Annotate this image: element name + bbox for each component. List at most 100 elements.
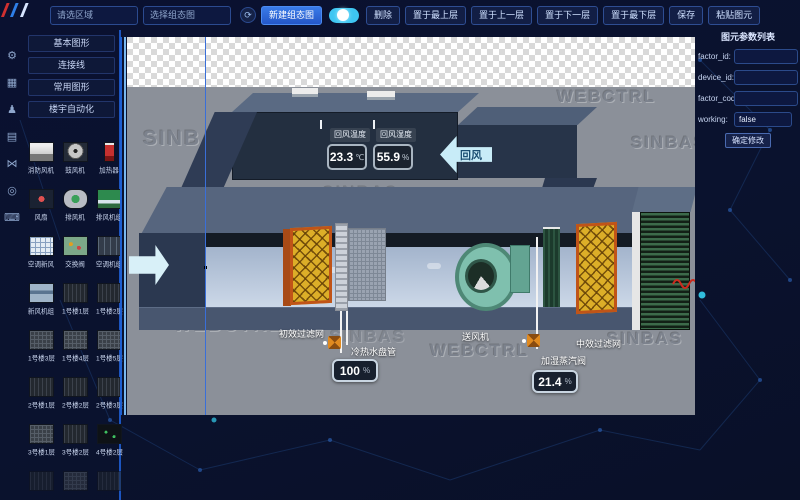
design-canvas[interactable]: WEBCTRL SINBAS SINBAS SINBAS SINBAS WEBC…: [127, 37, 695, 415]
palette-item[interactable]: 1号楼3层: [25, 328, 58, 372]
section-connectors[interactable]: 连接线: [28, 57, 115, 74]
palette-item-label: 2号楼2层: [62, 401, 89, 410]
return-air-temp-label[interactable]: 回风温度: [330, 128, 370, 142]
bring-forward-button[interactable]: 置于上一层: [471, 6, 532, 25]
palette-item[interactable]: 3号楼1层: [25, 422, 58, 466]
component-palette: 基本图形 连接线 常用图形 楼宇自动化 消防风机 鼓风机 加热器 风扇 排风机 …: [24, 30, 121, 500]
toggle-knob: [337, 9, 349, 21]
ahu-fresh-air-thumbnail: [29, 236, 54, 256]
palette-item[interactable]: 鼓风机: [59, 140, 92, 184]
water-valve-icon[interactable]: [328, 336, 341, 349]
supply-fan-housing: [510, 245, 530, 293]
palette-item-label: 1号楼5层: [96, 354, 123, 363]
fresh-air-unit-thumbnail: [29, 283, 54, 303]
palette-item-label: 排风机组: [96, 213, 122, 222]
valve-icon[interactable]: ⋈: [7, 158, 18, 170]
factor-code-label: factor_cod: [698, 94, 734, 103]
edit-mode-toggle[interactable]: [329, 8, 359, 23]
confirm-modify-button[interactable]: 确定修改: [725, 133, 771, 148]
left-icon-rail: ⚙ ▦ ♟ ▤ ⋈ ◎ ⌨: [0, 34, 24, 500]
palette-item[interactable]: 2号楼2层: [59, 375, 92, 419]
save-button[interactable]: 保存: [669, 6, 703, 25]
return-air-temp-value[interactable]: 23.3 ℃: [327, 144, 367, 170]
palette-item[interactable]: 1号楼1层: [59, 281, 92, 325]
palette-item[interactable]: 2号楼1层: [25, 375, 58, 419]
section-common-shapes[interactable]: 常用图形: [28, 79, 115, 96]
paste-element-button[interactable]: 粘贴图元: [708, 6, 760, 25]
steam-valve-gauge[interactable]: 21.4 %: [532, 370, 578, 393]
palette-item[interactable]: 新风机组: [25, 281, 58, 325]
factor-id-label: factor_id:: [698, 52, 734, 61]
palette-item[interactable]: 3号楼2层: [59, 422, 92, 466]
steam-valve-icon[interactable]: [527, 334, 540, 347]
palette-item[interactable]: 交换阀: [59, 234, 92, 278]
palette-item-label: 2号楼1层: [28, 401, 55, 410]
humidity-unit: %: [402, 153, 409, 162]
app-window: ⟳ 新建组态图 删除 置于最上层 置于上一层 置于下一层 置于最下层 保存 粘贴…: [0, 0, 800, 500]
user-icon[interactable]: ♟: [7, 104, 17, 116]
transparent-checker-area: [127, 37, 695, 87]
humidifier-panel[interactable]: [543, 227, 560, 307]
duct-vent-cap: [367, 91, 395, 100]
palette-item[interactable]: 4号楼2层: [93, 422, 126, 466]
gear-icon[interactable]: ⚙: [7, 50, 17, 62]
return-duct-top-face: [232, 93, 479, 112]
device-id-input[interactable]: [734, 70, 798, 85]
id-card-icon[interactable]: ▤: [7, 131, 17, 143]
end-cap-top: [632, 187, 695, 212]
palette-item-label: 风扇: [35, 213, 48, 222]
factor-id-input[interactable]: [734, 49, 798, 64]
building-thumbnail: [29, 330, 54, 350]
palette-item[interactable]: 空调新风: [25, 234, 58, 278]
building-thumbnail: [97, 283, 122, 303]
palette-item-label: 新风机组: [28, 307, 54, 316]
alarm-wire: [672, 275, 695, 293]
region-select-input[interactable]: [50, 6, 138, 25]
return-air-text: 回风: [460, 147, 482, 163]
valve-dot: [323, 341, 327, 345]
target-icon[interactable]: ◎: [7, 185, 17, 197]
building-thumbnail: [63, 424, 88, 444]
building-thumbnail: [63, 283, 88, 303]
palette-item-label: 加热器: [99, 166, 119, 175]
palette-item[interactable]: 1号楼4层: [59, 328, 92, 372]
palette-grid: 消防风机 鼓风机 加热器 风扇 排风机 排风机组 空调新风 交换阀 空调机组 新…: [25, 140, 119, 500]
palette-item[interactable]: [93, 469, 126, 500]
palette-item-label: 3号楼1层: [28, 448, 55, 457]
working-input[interactable]: [734, 112, 792, 127]
bring-to-front-button[interactable]: 置于最上层: [405, 6, 466, 25]
section-basic-shapes[interactable]: 基本图形: [28, 35, 115, 52]
delete-button[interactable]: 删除: [366, 6, 400, 25]
palette-item[interactable]: 消防风机: [25, 140, 58, 184]
outlet-louver[interactable]: [640, 212, 690, 330]
factor-code-input[interactable]: [734, 91, 798, 106]
coil-panel[interactable]: [348, 228, 386, 301]
palette-item[interactable]: 风扇: [25, 187, 58, 231]
sensor-tick: [320, 120, 322, 129]
diagram-select-input[interactable]: [143, 6, 231, 25]
watermark: SINBAS: [631, 133, 695, 153]
return-air-humidity-label[interactable]: 回风湿度: [376, 128, 416, 142]
send-to-back-button[interactable]: 置于最下层: [603, 6, 664, 25]
medium-filter[interactable]: [576, 222, 617, 314]
canvas-scrollbar[interactable]: [120, 37, 126, 415]
send-backward-button[interactable]: 置于下一层: [537, 6, 598, 25]
palette-item[interactable]: [59, 469, 92, 500]
refresh-button[interactable]: ⟳: [240, 7, 256, 23]
palette-item[interactable]: [25, 469, 58, 500]
building-thumbnail: [97, 471, 122, 491]
keyboard-icon[interactable]: ⌨: [4, 212, 20, 224]
palette-item-label: 1号楼4层: [62, 354, 89, 363]
valve-opening-gauge[interactable]: 100 %: [332, 359, 378, 382]
hvac-diagram[interactable]: WEBCTRL SINBAS SINBAS SINBAS SINBAS WEBC…: [127, 87, 695, 415]
coil-header[interactable]: [335, 223, 348, 311]
palette-item[interactable]: 排风机: [59, 187, 92, 231]
section-building-automation[interactable]: 楼宇自动化: [28, 101, 115, 118]
temp-unit: ℃: [355, 153, 364, 162]
primary-filter[interactable]: [290, 226, 332, 305]
alignment-guide-line: [205, 37, 206, 415]
return-air-humidity-value[interactable]: 55.9 %: [373, 144, 413, 170]
layout-icon[interactable]: ▦: [7, 77, 17, 89]
new-diagram-button[interactable]: 新建组态图: [261, 6, 322, 25]
building-thumbnail: [97, 377, 122, 397]
